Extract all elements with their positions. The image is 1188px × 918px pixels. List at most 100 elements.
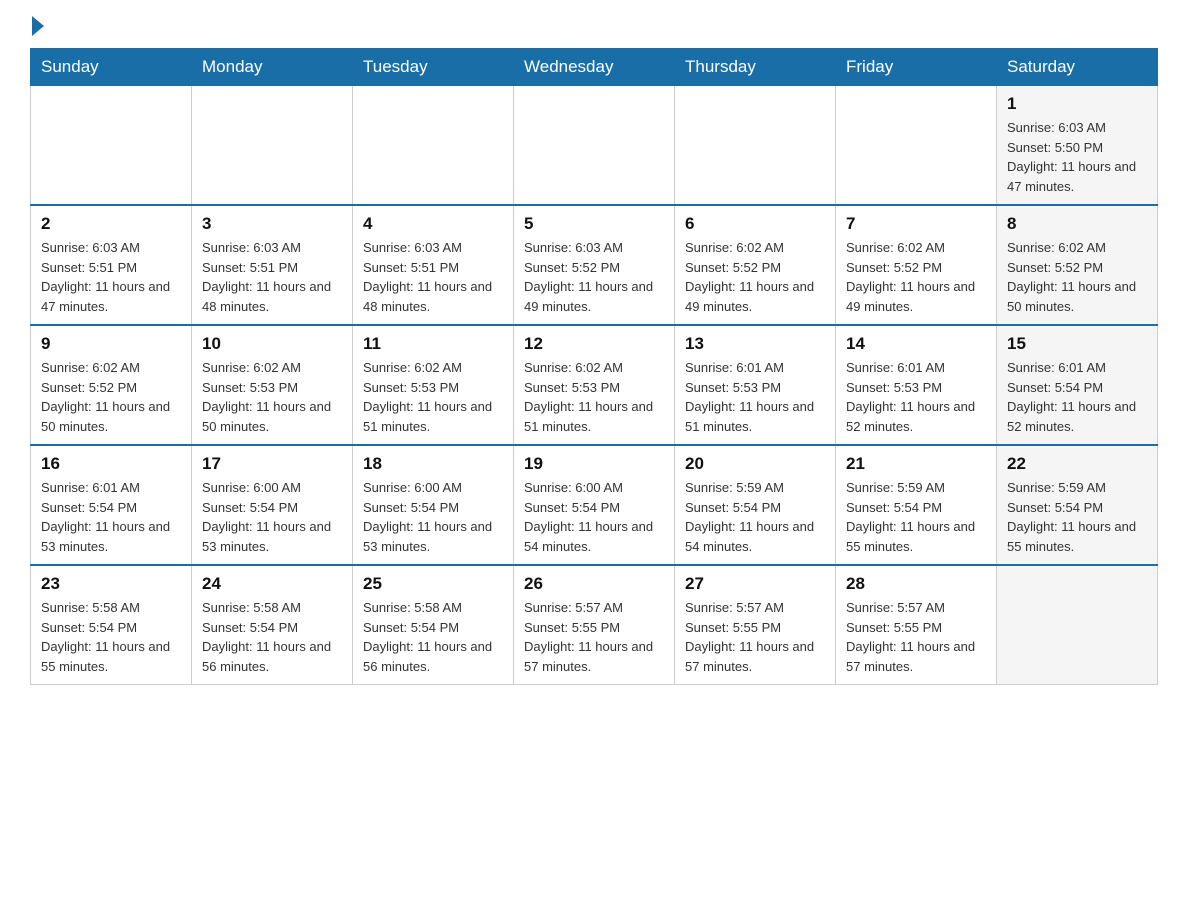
day-number: 12 bbox=[524, 334, 664, 354]
col-header-friday: Friday bbox=[836, 49, 997, 86]
day-info: Sunrise: 5:57 AM Sunset: 5:55 PM Dayligh… bbox=[524, 598, 664, 676]
day-number: 6 bbox=[685, 214, 825, 234]
col-header-sunday: Sunday bbox=[31, 49, 192, 86]
day-number: 14 bbox=[846, 334, 986, 354]
table-row bbox=[997, 565, 1158, 685]
day-number: 8 bbox=[1007, 214, 1147, 234]
table-row: 13 Sunrise: 6:01 AM Sunset: 5:53 PM Dayli… bbox=[675, 325, 836, 445]
day-number: 3 bbox=[202, 214, 342, 234]
day-number: 21 bbox=[846, 454, 986, 474]
day-number: 20 bbox=[685, 454, 825, 474]
table-row bbox=[192, 86, 353, 206]
day-info: Sunrise: 6:03 AM Sunset: 5:50 PM Dayligh… bbox=[1007, 118, 1147, 196]
day-info: Sunrise: 6:03 AM Sunset: 5:51 PM Dayligh… bbox=[363, 238, 503, 316]
day-number: 18 bbox=[363, 454, 503, 474]
table-row bbox=[31, 86, 192, 206]
day-info: Sunrise: 6:02 AM Sunset: 5:52 PM Dayligh… bbox=[846, 238, 986, 316]
day-info: Sunrise: 6:02 AM Sunset: 5:53 PM Dayligh… bbox=[202, 358, 342, 436]
table-row: 4 Sunrise: 6:03 AM Sunset: 5:51 PM Daylig… bbox=[353, 205, 514, 325]
table-row: 1 Sunrise: 6:03 AM Sunset: 5:50 PM Daylig… bbox=[997, 86, 1158, 206]
table-row: 14 Sunrise: 6:01 AM Sunset: 5:53 PM Dayli… bbox=[836, 325, 997, 445]
day-info: Sunrise: 6:02 AM Sunset: 5:52 PM Dayligh… bbox=[41, 358, 181, 436]
day-info: Sunrise: 6:02 AM Sunset: 5:53 PM Dayligh… bbox=[524, 358, 664, 436]
day-info: Sunrise: 6:02 AM Sunset: 5:52 PM Dayligh… bbox=[685, 238, 825, 316]
day-info: Sunrise: 6:02 AM Sunset: 5:52 PM Dayligh… bbox=[1007, 238, 1147, 316]
day-info: Sunrise: 6:03 AM Sunset: 5:51 PM Dayligh… bbox=[41, 238, 181, 316]
day-number: 13 bbox=[685, 334, 825, 354]
day-number: 2 bbox=[41, 214, 181, 234]
table-row: 16Sunrise: 6:01 AM Sunset: 5:54 PM Dayli… bbox=[31, 445, 192, 565]
table-row: 15 Sunrise: 6:01 AM Sunset: 5:54 PM Dayli… bbox=[997, 325, 1158, 445]
day-info: Sunrise: 5:58 AM Sunset: 5:54 PM Dayligh… bbox=[41, 598, 181, 676]
day-number: 9 bbox=[41, 334, 181, 354]
day-info: Sunrise: 6:00 AM Sunset: 5:54 PM Dayligh… bbox=[524, 478, 664, 556]
day-info: Sunrise: 5:59 AM Sunset: 5:54 PM Dayligh… bbox=[1007, 478, 1147, 556]
col-header-wednesday: Wednesday bbox=[514, 49, 675, 86]
table-row: 27 Sunrise: 5:57 AM Sunset: 5:55 PM Dayli… bbox=[675, 565, 836, 685]
col-header-saturday: Saturday bbox=[997, 49, 1158, 86]
table-row: 9 Sunrise: 6:02 AM Sunset: 5:52 PM Daylig… bbox=[31, 325, 192, 445]
table-row: 12 Sunrise: 6:02 AM Sunset: 5:53 PM Dayli… bbox=[514, 325, 675, 445]
table-row: 11 Sunrise: 6:02 AM Sunset: 5:53 PM Dayli… bbox=[353, 325, 514, 445]
table-row bbox=[514, 86, 675, 206]
calendar-week-row: 23 Sunrise: 5:58 AM Sunset: 5:54 PM Dayli… bbox=[31, 565, 1158, 685]
day-info: Sunrise: 6:03 AM Sunset: 5:51 PM Dayligh… bbox=[202, 238, 342, 316]
table-row: 26Sunrise: 5:57 AM Sunset: 5:55 PM Dayli… bbox=[514, 565, 675, 685]
table-row: 6 Sunrise: 6:02 AM Sunset: 5:52 PM Daylig… bbox=[675, 205, 836, 325]
logo-arrow-icon bbox=[32, 16, 44, 36]
table-row: 2 Sunrise: 6:03 AM Sunset: 5:51 PM Daylig… bbox=[31, 205, 192, 325]
day-number: 22 bbox=[1007, 454, 1147, 474]
col-header-thursday: Thursday bbox=[675, 49, 836, 86]
calendar-header-row: Sunday Monday Tuesday Wednesday Thursday… bbox=[31, 49, 1158, 86]
table-row: 28 Sunrise: 5:57 AM Sunset: 5:55 PM Dayli… bbox=[836, 565, 997, 685]
logo bbox=[30, 20, 44, 36]
day-number: 27 bbox=[685, 574, 825, 594]
day-number: 15 bbox=[1007, 334, 1147, 354]
day-info: Sunrise: 5:59 AM Sunset: 5:54 PM Dayligh… bbox=[846, 478, 986, 556]
table-row bbox=[353, 86, 514, 206]
table-row: 23 Sunrise: 5:58 AM Sunset: 5:54 PM Dayli… bbox=[31, 565, 192, 685]
table-row: 20 Sunrise: 5:59 AM Sunset: 5:54 PM Dayli… bbox=[675, 445, 836, 565]
table-row: 19 Sunrise: 6:00 AM Sunset: 5:54 PM Dayli… bbox=[514, 445, 675, 565]
table-row: 22 Sunrise: 5:59 AM Sunset: 5:54 PM Dayli… bbox=[997, 445, 1158, 565]
day-info: Sunrise: 5:57 AM Sunset: 5:55 PM Dayligh… bbox=[846, 598, 986, 676]
calendar-week-row: 1 Sunrise: 6:03 AM Sunset: 5:50 PM Daylig… bbox=[31, 86, 1158, 206]
calendar-week-row: 9 Sunrise: 6:02 AM Sunset: 5:52 PM Daylig… bbox=[31, 325, 1158, 445]
col-header-tuesday: Tuesday bbox=[353, 49, 514, 86]
table-row: 18 Sunrise: 6:00 AM Sunset: 5:54 PM Dayli… bbox=[353, 445, 514, 565]
table-row: 8 Sunrise: 6:02 AM Sunset: 5:52 PM Daylig… bbox=[997, 205, 1158, 325]
day-number: 7 bbox=[846, 214, 986, 234]
table-row: 21 Sunrise: 5:59 AM Sunset: 5:54 PM Dayli… bbox=[836, 445, 997, 565]
day-info: Sunrise: 6:00 AM Sunset: 5:54 PM Dayligh… bbox=[363, 478, 503, 556]
day-info: Sunrise: 5:58 AM Sunset: 5:54 PM Dayligh… bbox=[363, 598, 503, 676]
table-row: 25 Sunrise: 5:58 AM Sunset: 5:54 PM Dayli… bbox=[353, 565, 514, 685]
day-number: 23 bbox=[41, 574, 181, 594]
day-number: 1 bbox=[1007, 94, 1147, 114]
day-info: Sunrise: 6:00 AM Sunset: 5:54 PM Dayligh… bbox=[202, 478, 342, 556]
day-number: 25 bbox=[363, 574, 503, 594]
day-number: 11 bbox=[363, 334, 503, 354]
day-number: 5 bbox=[524, 214, 664, 234]
day-info: Sunrise: 5:58 AM Sunset: 5:54 PM Dayligh… bbox=[202, 598, 342, 676]
table-row bbox=[675, 86, 836, 206]
page-header bbox=[30, 20, 1158, 36]
day-number: 28 bbox=[846, 574, 986, 594]
day-number: 10 bbox=[202, 334, 342, 354]
table-row: 7 Sunrise: 6:02 AM Sunset: 5:52 PM Daylig… bbox=[836, 205, 997, 325]
day-number: 4 bbox=[363, 214, 503, 234]
table-row: 10 Sunrise: 6:02 AM Sunset: 5:53 PM Dayli… bbox=[192, 325, 353, 445]
day-info: Sunrise: 6:02 AM Sunset: 5:53 PM Dayligh… bbox=[363, 358, 503, 436]
calendar-week-row: 2 Sunrise: 6:03 AM Sunset: 5:51 PM Daylig… bbox=[31, 205, 1158, 325]
day-number: 19 bbox=[524, 454, 664, 474]
calendar-table: Sunday Monday Tuesday Wednesday Thursday… bbox=[30, 48, 1158, 685]
day-number: 17 bbox=[202, 454, 342, 474]
day-info: Sunrise: 6:01 AM Sunset: 5:53 PM Dayligh… bbox=[846, 358, 986, 436]
day-info: Sunrise: 6:01 AM Sunset: 5:54 PM Dayligh… bbox=[1007, 358, 1147, 436]
table-row: 24Sunrise: 5:58 AM Sunset: 5:54 PM Dayli… bbox=[192, 565, 353, 685]
day-info: Sunrise: 5:57 AM Sunset: 5:55 PM Dayligh… bbox=[685, 598, 825, 676]
day-info: Sunrise: 6:01 AM Sunset: 5:53 PM Dayligh… bbox=[685, 358, 825, 436]
day-info: Sunrise: 5:59 AM Sunset: 5:54 PM Dayligh… bbox=[685, 478, 825, 556]
col-header-monday: Monday bbox=[192, 49, 353, 86]
day-info: Sunrise: 6:01 AM Sunset: 5:54 PM Dayligh… bbox=[41, 478, 181, 556]
table-row: 5Sunrise: 6:03 AM Sunset: 5:52 PM Daylig… bbox=[514, 205, 675, 325]
